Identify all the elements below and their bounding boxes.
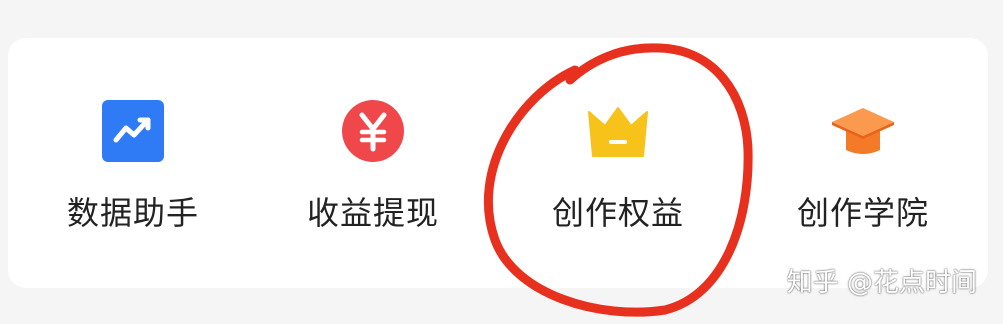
tool-label: 数据助手 — [66, 194, 199, 232]
tool-label: 收益提现 — [306, 194, 439, 232]
tool-data-assistant[interactable]: 数据助手 — [53, 38, 213, 288]
tool-creator-benefits[interactable]: 创作权益 — [538, 38, 698, 288]
previous-section-edge — [0, 0, 1003, 30]
crown-icon — [585, 98, 651, 164]
tool-earnings-withdrawal[interactable]: 收益提现 — [293, 38, 453, 288]
graduation-cap-icon — [830, 98, 896, 164]
tool-label: 创作学院 — [796, 194, 929, 232]
tool-creator-academy[interactable]: 创作学院 — [783, 38, 943, 288]
yuan-coin-icon — [340, 98, 406, 164]
tool-label: 创作权益 — [551, 194, 684, 232]
trend-chart-icon — [100, 98, 166, 164]
creator-tools-card: 数据助手 收益提现 创作权益 创作学院 — [8, 38, 988, 288]
watermark: 知乎 @花点时间 — [786, 268, 977, 298]
